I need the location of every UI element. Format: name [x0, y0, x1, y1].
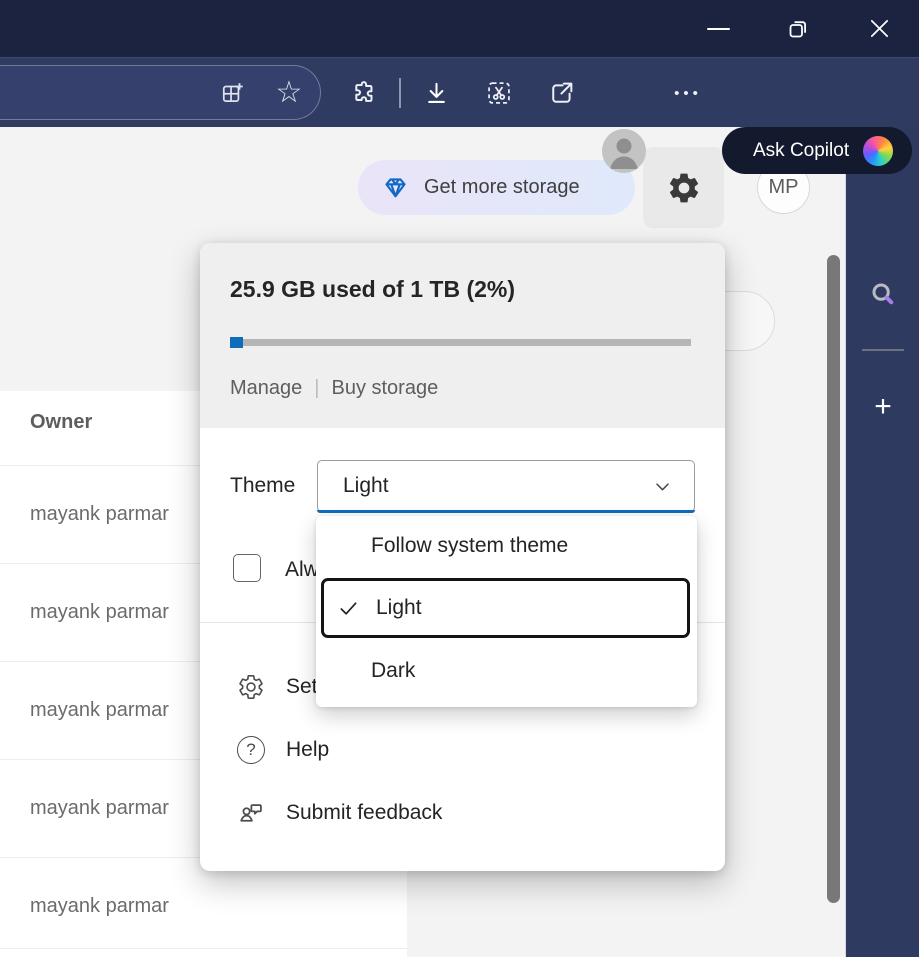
browser-profile-button[interactable]: [602, 129, 646, 173]
restore-button[interactable]: [768, 0, 828, 57]
gear-icon: [666, 170, 702, 206]
help-icon: ?: [237, 736, 265, 764]
extensions-button[interactable]: [342, 58, 386, 128]
theme-option-dark[interactable]: Dark: [316, 641, 697, 701]
checkmark-icon: [337, 597, 360, 620]
toolbar-separator: [399, 78, 401, 108]
share-icon: [548, 79, 576, 107]
sidebar-add-button[interactable]: +: [846, 379, 919, 435]
vertical-scrollbar[interactable]: [827, 255, 840, 903]
theme-dropdown-menu: Follow system theme Light Dark: [316, 516, 697, 707]
download-icon: [423, 80, 450, 107]
storage-usage-text: 25.9 GB used of 1 TB (2%): [230, 276, 515, 303]
feedback-menu-label: Submit feedback: [286, 801, 442, 825]
minimize-icon: [707, 28, 730, 30]
table-row[interactable]: mayank parmar: [30, 895, 169, 918]
storage-section: 25.9 GB used of 1 TB (2%) Manage | Buy s…: [200, 243, 725, 428]
avatar-initials: MP: [769, 176, 799, 199]
row-divider: [0, 948, 407, 949]
theme-dropdown[interactable]: Light: [317, 460, 695, 512]
settings-menu-label: Set: [286, 675, 318, 699]
web-capture-button[interactable]: [477, 58, 521, 128]
close-button[interactable]: [849, 0, 909, 57]
downloads-button[interactable]: [414, 58, 458, 128]
menu-item-help[interactable]: ? Help: [200, 728, 725, 772]
ask-copilot-button[interactable]: Ask Copilot: [722, 127, 912, 174]
plus-icon: +: [874, 392, 892, 422]
help-menu-label: Help: [286, 738, 329, 762]
puzzle-icon: [350, 79, 378, 107]
links-separator: |: [314, 377, 319, 400]
browser-toolbar: ☆: [0, 57, 919, 127]
diamond-icon: [382, 174, 409, 201]
ask-copilot-label: Ask Copilot: [753, 140, 849, 162]
storage-progress-fill: [230, 337, 243, 348]
theme-option-follow-system[interactable]: Follow system theme: [316, 516, 697, 576]
owner-column-header[interactable]: Owner: [30, 411, 92, 434]
always-checkbox[interactable]: [233, 554, 261, 582]
split-screen-button[interactable]: [211, 58, 255, 128]
settings-popup: 25.9 GB used of 1 TB (2%) Manage | Buy s…: [200, 243, 725, 871]
favorites-button[interactable]: ☆: [267, 58, 311, 128]
buy-storage-link[interactable]: Buy storage: [331, 377, 438, 400]
always-checkbox-label: Alw: [285, 558, 319, 582]
browser-menu-button[interactable]: •••: [664, 58, 708, 128]
minimize-button[interactable]: [688, 0, 748, 57]
star-icon: ☆: [276, 78, 303, 108]
theme-dropdown-value: Light: [343, 474, 389, 498]
close-icon: [868, 17, 891, 40]
share-button[interactable]: [540, 58, 584, 128]
settings-gear-button[interactable]: [643, 147, 724, 228]
table-row[interactable]: mayank parmar: [30, 503, 169, 526]
menu-item-submit-feedback[interactable]: Submit feedback: [200, 791, 725, 835]
table-row[interactable]: mayank parmar: [30, 601, 169, 624]
ellipsis-icon: •••: [670, 85, 702, 102]
copilot-icon: [863, 136, 893, 166]
theme-label: Theme: [230, 474, 295, 498]
window-titlebar: [0, 0, 919, 57]
get-more-storage-label: Get more storage: [424, 176, 580, 199]
sidebar-divider: [862, 349, 904, 351]
theme-option-light[interactable]: Light: [321, 578, 690, 638]
get-more-storage-button[interactable]: Get more storage: [358, 160, 635, 215]
gear-outline-icon: [237, 673, 265, 701]
screenshot-scissors-icon: [485, 79, 513, 107]
restore-icon: [786, 17, 810, 41]
manage-link[interactable]: Manage: [230, 377, 302, 400]
feedback-icon: [237, 799, 265, 827]
search-icon: [868, 279, 898, 309]
profile-avatar-icon: [602, 129, 646, 173]
edge-sidebar: +: [845, 127, 919, 957]
storage-progress-bar: [230, 339, 691, 346]
table-row[interactable]: mayank parmar: [30, 797, 169, 820]
table-row[interactable]: mayank parmar: [30, 699, 169, 722]
split-screen-icon: [220, 80, 246, 106]
sidebar-search-button[interactable]: [846, 266, 919, 322]
chevron-down-icon: [653, 477, 672, 496]
